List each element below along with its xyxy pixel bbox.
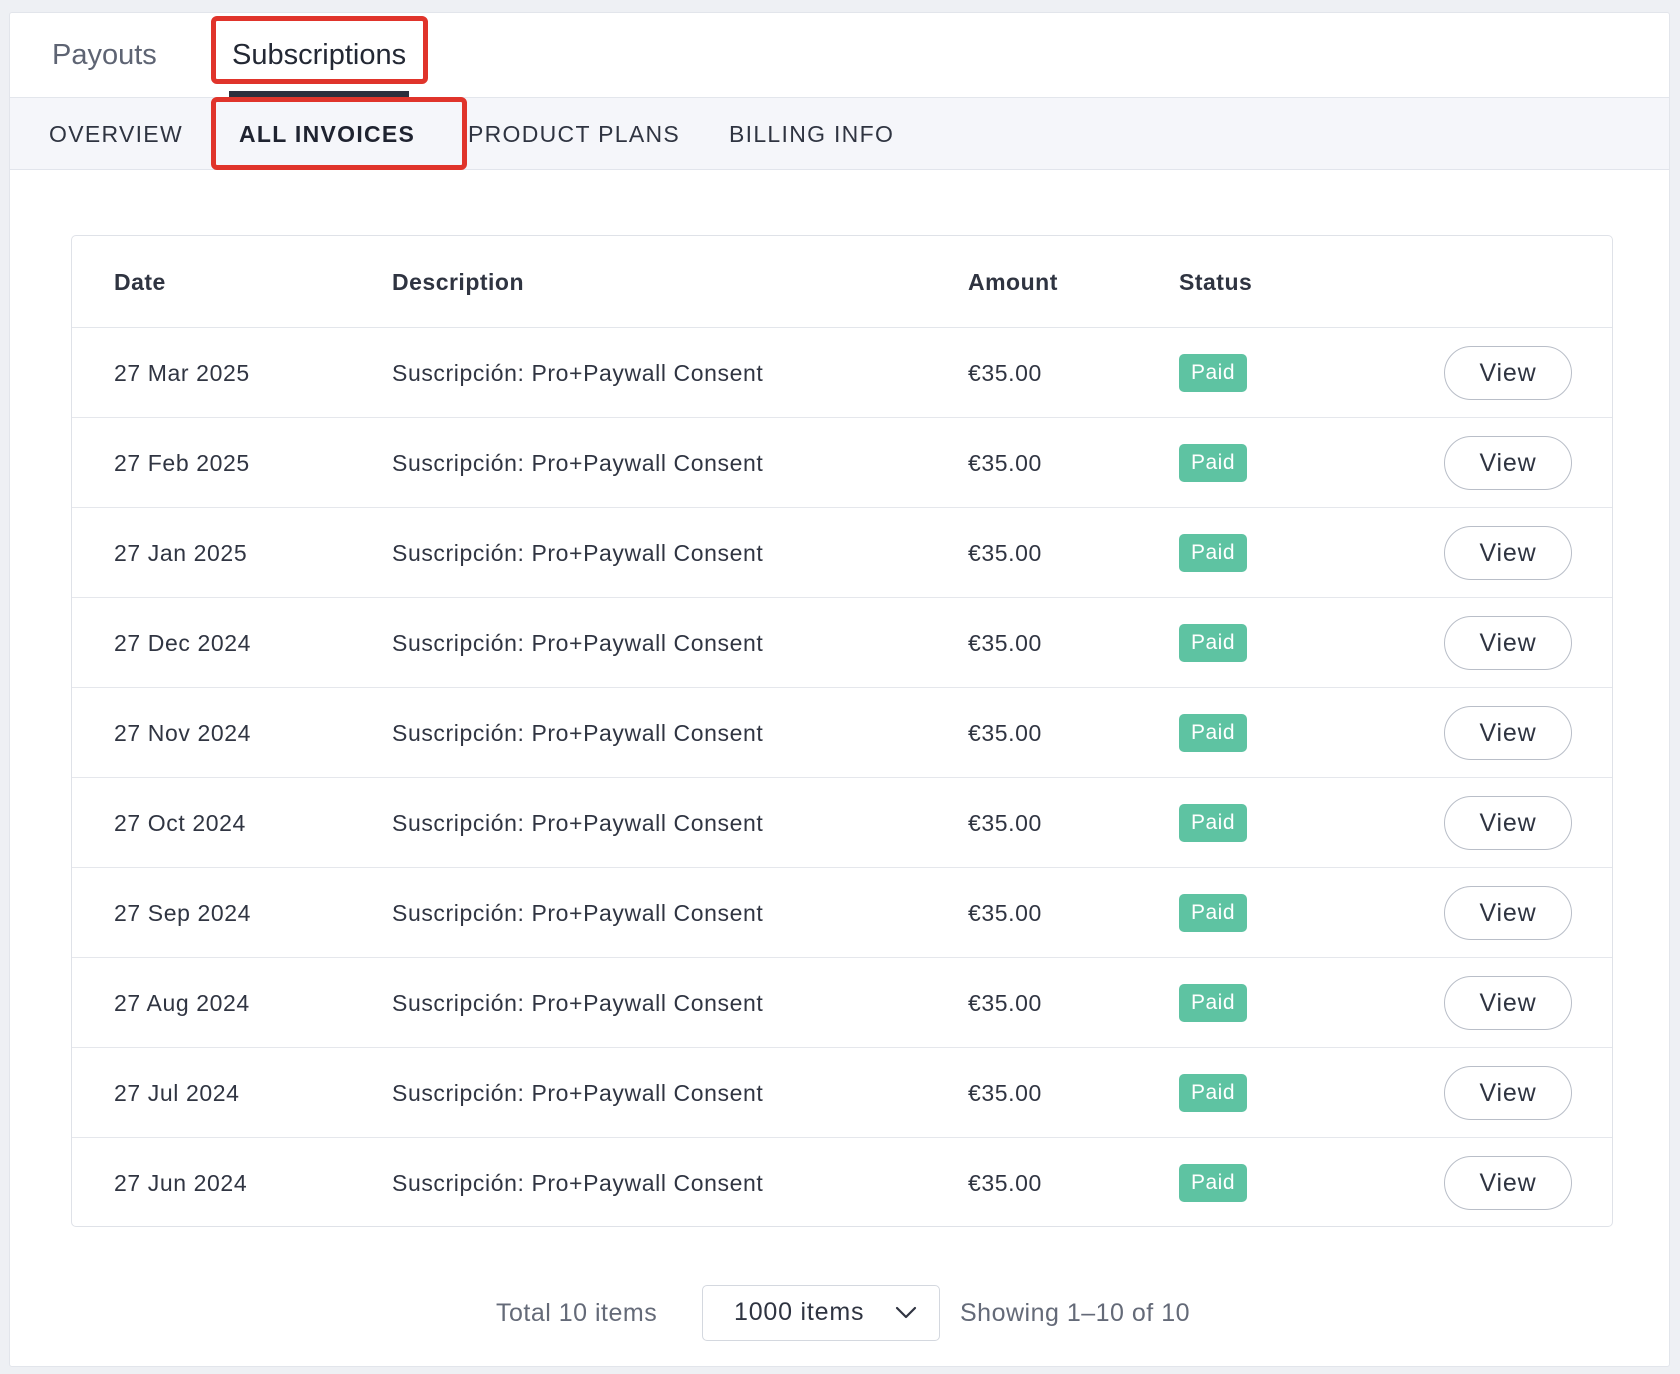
view-invoice-button[interactable]: View [1444,976,1572,1030]
showing-range-label: Showing 1–10 of 10 [960,1299,1191,1327]
cell-description: Suscripción: Pro+Paywall Consent [392,720,764,746]
cell-amount: €35.00 [968,1080,1042,1106]
status-badge: Paid [1179,1164,1248,1202]
view-invoice-button[interactable]: View [1444,526,1572,580]
cell-date: 27 Sep 2024 [114,900,252,926]
table-row: 27 Jul 2024 Suscripción: Pro+Paywall Con… [72,1048,1612,1138]
view-invoice-button[interactable]: View [1444,796,1572,850]
status-badge: Paid [1179,354,1248,392]
status-badge: Paid [1179,534,1248,572]
table-row: 27 Oct 2024 Suscripción: Pro+Paywall Con… [72,778,1612,868]
tab-subscriptions[interactable]: Subscriptions [229,13,410,98]
cell-description: Suscripción: Pro+Paywall Consent [392,990,764,1016]
header-amount: Amount [968,269,1058,295]
header-description: Description [392,269,525,295]
table-row: 27 Feb 2025 Suscripción: Pro+Paywall Con… [72,418,1612,508]
cell-amount: €35.00 [968,360,1042,386]
page-size-select[interactable]: 1000 items [702,1285,940,1341]
status-badge: Paid [1179,804,1248,842]
cell-description: Suscripción: Pro+Paywall Consent [392,450,764,476]
subscriptions-panel: Payouts Subscriptions OVERVIEW ALL INVOI… [9,12,1670,1367]
status-badge: Paid [1179,444,1248,482]
tab-payouts[interactable]: Payouts [52,13,157,98]
tab-payouts-label: Payouts [52,39,157,71]
total-items-label: Total 10 items [496,1299,658,1327]
view-invoice-button[interactable]: View [1444,1156,1572,1210]
cell-date: 27 Jun 2024 [114,1170,248,1196]
table-row: 27 Dec 2024 Suscripción: Pro+Paywall Con… [72,598,1612,688]
table-row: 27 Jan 2025 Suscripción: Pro+Paywall Con… [72,508,1612,598]
view-invoice-button[interactable]: View [1444,1066,1572,1120]
view-invoice-button[interactable]: View [1444,616,1572,670]
chevron-down-icon [895,1306,917,1319]
cell-description: Suscripción: Pro+Paywall Consent [392,900,764,926]
status-badge: Paid [1179,1074,1248,1112]
status-badge: Paid [1179,714,1248,752]
sub-tab-bar: OVERVIEW ALL INVOICES PRODUCT PLANS BILL… [10,98,1669,170]
status-badge: Paid [1179,624,1248,662]
status-badge: Paid [1179,894,1248,932]
view-invoice-button[interactable]: View [1444,436,1572,490]
cell-description: Suscripción: Pro+Paywall Consent [392,810,764,836]
top-tab-bar: Payouts Subscriptions [10,13,1669,98]
cell-amount: €35.00 [968,1170,1042,1196]
view-invoice-button[interactable]: View [1444,346,1572,400]
cell-description: Suscripción: Pro+Paywall Consent [392,1080,764,1106]
active-tab-underline [229,91,410,98]
cell-date: 27 Dec 2024 [114,630,252,656]
cell-amount: €35.00 [968,990,1042,1016]
cell-description: Suscripción: Pro+Paywall Consent [392,540,764,566]
page-size-value: 1000 items [734,1298,865,1326]
subtab-product-plans[interactable]: PRODUCT PLANS [468,98,680,170]
status-badge: Paid [1179,984,1248,1022]
table-row: 27 Sep 2024 Suscripción: Pro+Paywall Con… [72,868,1612,958]
cell-amount: €35.00 [968,810,1042,836]
cell-date: 27 Jul 2024 [114,1080,240,1106]
header-status: Status [1179,269,1253,295]
cell-amount: €35.00 [968,450,1042,476]
header-date: Date [114,269,166,295]
subtab-billing-info[interactable]: BILLING INFO [729,98,894,170]
view-invoice-button[interactable]: View [1444,886,1572,940]
table-row: 27 Mar 2025 Suscripción: Pro+Paywall Con… [72,328,1612,418]
cell-amount: €35.00 [968,540,1042,566]
cell-date: 27 Mar 2025 [114,360,250,386]
cell-date: 27 Aug 2024 [114,990,250,1016]
subtab-overview[interactable]: OVERVIEW [49,98,183,170]
cell-date: 27 Jan 2025 [114,540,248,566]
subtab-all-invoices[interactable]: ALL INVOICES [239,98,415,170]
invoices-table: Date Description Amount Status 27 Mar 20… [71,235,1613,1227]
pagination-bar: Total 10 items 1000 items Showing 1–10 o… [10,1285,1669,1341]
table-row: 27 Aug 2024 Suscripción: Pro+Paywall Con… [72,958,1612,1048]
table-row: 27 Nov 2024 Suscripción: Pro+Paywall Con… [72,688,1612,778]
table-header: Date Description Amount Status [72,236,1612,328]
view-invoice-button[interactable]: View [1444,706,1572,760]
cell-date: 27 Nov 2024 [114,720,252,746]
cell-amount: €35.00 [968,900,1042,926]
table-row: 27 Jun 2024 Suscripción: Pro+Paywall Con… [72,1138,1612,1226]
cell-amount: €35.00 [968,630,1042,656]
cell-date: 27 Oct 2024 [114,810,246,836]
cell-amount: €35.00 [968,720,1042,746]
cell-description: Suscripción: Pro+Paywall Consent [392,360,764,386]
cell-date: 27 Feb 2025 [114,450,250,476]
cell-description: Suscripción: Pro+Paywall Consent [392,630,764,656]
cell-description: Suscripción: Pro+Paywall Consent [392,1170,764,1196]
tab-subscriptions-label: Subscriptions [232,39,407,71]
